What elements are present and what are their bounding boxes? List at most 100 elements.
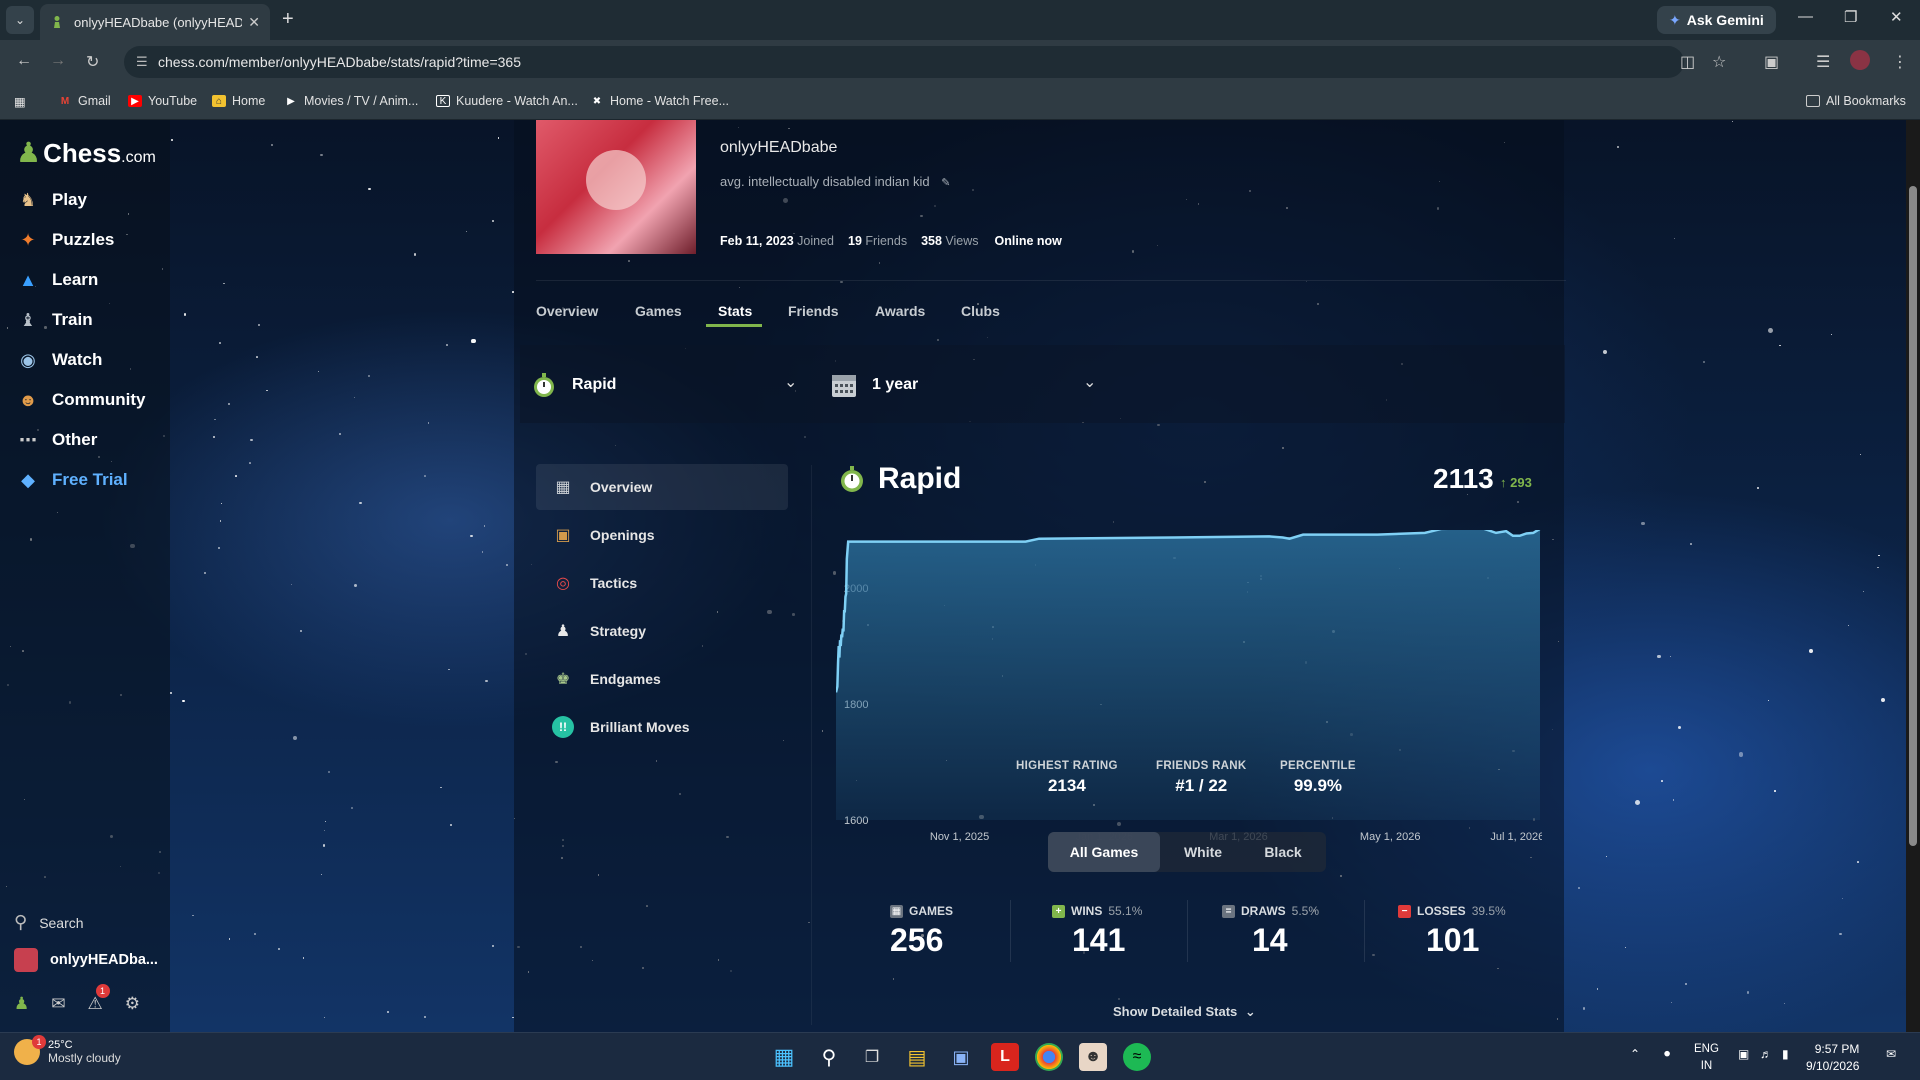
media-queue-icon[interactable]: ☰	[1816, 52, 1830, 72]
apps-grid-icon[interactable]: ▦	[14, 94, 26, 109]
weather-widget[interactable]: 1 25°C Mostly cloudy	[14, 1035, 121, 1065]
page-scrollbar[interactable]	[1906, 120, 1920, 1032]
sidebar-item-free-trial[interactable]: ◆ Free Trial	[16, 466, 128, 494]
sidebar-item-puzzles[interactable]: ✦ Puzzles	[16, 226, 114, 254]
settings-gear-icon[interactable]: ⚙	[125, 994, 140, 1014]
sidebar-search[interactable]: ⚲ Search	[14, 912, 84, 933]
sidebar-item-train[interactable]: ♝ Train	[16, 306, 93, 334]
taskbar-search-icon[interactable]: ⚲	[815, 1043, 843, 1071]
friends-rank-stat[interactable]: FRIENDS RANK #1 / 22	[1156, 760, 1247, 796]
openings-book-icon: ▣	[555, 527, 571, 544]
subnav-endgames[interactable]: ♚ Endgames	[536, 656, 788, 702]
kebab-menu-icon[interactable]: ⋮	[1892, 52, 1908, 72]
bookmark-home-watch[interactable]: ✖ Home - Watch Free...	[590, 94, 729, 108]
tab-awards[interactable]: Awards	[875, 303, 925, 319]
game-type-chevron-down-icon[interactable]: ⌄	[784, 372, 797, 392]
chrome-icon[interactable]	[1035, 1043, 1063, 1071]
windows-start-icon[interactable]: ▦	[770, 1043, 798, 1071]
forward-arrow-icon[interactable]: →	[50, 52, 66, 70]
sidebar-user[interactable]: onlyyHEADba...	[14, 948, 158, 972]
kuudere-icon: K	[436, 95, 450, 107]
ask-gemini-button[interactable]: ✦ Ask Gemini	[1657, 6, 1776, 34]
time-range-select[interactable]: 1 year	[830, 368, 918, 402]
friends-icon[interactable]: ♟	[14, 994, 29, 1014]
subnav-tactics[interactable]: ◎ Tactics	[536, 560, 788, 606]
volume-icon[interactable]: ♬	[1760, 1047, 1772, 1061]
network-icon[interactable]: ▣	[1738, 1047, 1749, 1061]
l-app-icon[interactable]: L	[991, 1043, 1019, 1071]
reload-icon[interactable]: ↻	[86, 52, 99, 72]
back-arrow-icon[interactable]: ←	[16, 52, 32, 70]
bookmark-home[interactable]: ⌂ Home	[212, 94, 265, 108]
game-type-select[interactable]: Rapid	[530, 368, 616, 402]
chess-com-logo[interactable]: ♟ Chess .com	[16, 136, 156, 169]
sidebar-item-label: Puzzles	[52, 230, 115, 249]
site-info-icon[interactable]: ☰	[136, 54, 148, 70]
edit-pencil-icon[interactable]: ✎	[941, 177, 950, 189]
sidebar-item-play[interactable]: ♞ Play	[16, 186, 87, 214]
arrow-up-icon: ↑	[1500, 475, 1507, 490]
subnav-openings[interactable]: ▣ Openings	[536, 512, 788, 558]
sidebar-item-learn[interactable]: ▲ Learn	[16, 266, 98, 294]
new-tab-button[interactable]: +	[282, 8, 294, 31]
tab-search-button[interactable]: ⌄	[6, 6, 34, 34]
rating-history-chart[interactable]: 200018001600Nov 1, 2025Jan 1, 2026Mar 1,…	[836, 530, 1542, 850]
bookmark-youtube[interactable]: ▶ YouTube	[128, 94, 197, 108]
close-window-icon[interactable]: ✕	[1890, 8, 1903, 26]
minimize-window-icon[interactable]: —	[1798, 8, 1813, 25]
address-bar[interactable]: ☰ chess.com/member/onlyyHEADbabe/stats/r…	[124, 46, 1684, 78]
show-detailed-stats-button[interactable]: Show Detailed Stats ⌄	[1113, 1004, 1256, 1020]
plus-square-icon: +	[1052, 904, 1065, 918]
file-explorer-icon[interactable]: ▤	[903, 1043, 931, 1071]
tab-clubs[interactable]: Clubs	[961, 303, 1000, 319]
star	[1685, 982, 1687, 985]
bookmark-gmail[interactable]: M Gmail	[58, 94, 111, 108]
spotify-icon[interactable]: ≈	[1123, 1043, 1151, 1071]
sidebar-item-community[interactable]: ☻ Community	[16, 386, 146, 414]
mail-icon[interactable]: ✉	[51, 994, 65, 1014]
weather-condition: Mostly cloudy	[48, 1051, 121, 1065]
bookmark-kuudere[interactable]: K Kuudere - Watch An...	[436, 94, 578, 108]
filter-white[interactable]: White	[1168, 832, 1238, 872]
task-view-icon[interactable]: ❐	[858, 1043, 886, 1071]
tab-stats[interactable]: Stats	[718, 303, 752, 319]
tab-friends[interactable]: Friends	[788, 303, 839, 319]
filter-all-games[interactable]: All Games	[1048, 832, 1160, 872]
scrollbar-thumb[interactable]	[1909, 186, 1917, 846]
joined-date: Feb 11, 2023	[720, 234, 794, 248]
all-bookmarks-button[interactable]: All Bookmarks	[1806, 94, 1906, 108]
subnav-brilliant-moves[interactable]: !! Brilliant Moves	[536, 704, 788, 750]
subnav-strategy[interactable]: ♟ Strategy	[536, 608, 788, 654]
microphone-icon[interactable]: ⚫	[1662, 1047, 1672, 1061]
tab-overview[interactable]: Overview	[536, 303, 598, 319]
cast-icon[interactable]: ◫	[1680, 52, 1695, 72]
browser-tab[interactable]: onlyyHEADbabe (onlyyHEADba ✕	[40, 4, 270, 40]
filter-black[interactable]: Black	[1248, 832, 1318, 872]
tab-games[interactable]: Games	[635, 303, 682, 319]
extensions-puzzle-icon[interactable]: ▣	[1764, 52, 1779, 72]
anime-app-icon[interactable]: ☻	[1079, 1043, 1107, 1071]
friends-info[interactable]: 19 Friends	[848, 234, 907, 248]
time-range-chevron-down-icon[interactable]: ⌄	[1083, 372, 1096, 392]
calendar-icon	[832, 375, 856, 397]
subnav-overview[interactable]: ▦ Overview	[536, 464, 788, 510]
close-tab-icon[interactable]: ✕	[248, 14, 260, 31]
star	[424, 474, 426, 477]
sidebar-item-other[interactable]: ⋯ Other	[16, 426, 97, 454]
microsoft-store-icon[interactable]: ▣	[947, 1043, 975, 1071]
profile-avatar[interactable]	[536, 120, 696, 254]
search-label: Search	[39, 914, 84, 931]
star	[1863, 591, 1865, 593]
profile-avatar-icon[interactable]	[1850, 50, 1870, 70]
battery-icon[interactable]: ▮	[1782, 1047, 1789, 1061]
notification-center-icon[interactable]: ✉	[1886, 1047, 1896, 1061]
system-clock[interactable]: 9:57 PM 9/10/2026	[1806, 1041, 1859, 1075]
notifications-bell-icon[interactable]: ⚠ 1	[88, 984, 110, 1014]
bookmark-star-icon[interactable]: ☆	[1712, 52, 1726, 72]
input-language[interactable]: ENG IN	[1694, 1041, 1719, 1075]
tray-overflow-chevron-icon[interactable]: ⌃	[1630, 1047, 1640, 1061]
sidebar-item-watch[interactable]: ◉ Watch	[16, 346, 102, 374]
bookmark-label: Home - Watch Free...	[610, 94, 730, 108]
restore-window-icon[interactable]: ❐	[1844, 8, 1857, 26]
bookmark-movies[interactable]: ▶ Movies / TV / Anim...	[284, 94, 418, 108]
